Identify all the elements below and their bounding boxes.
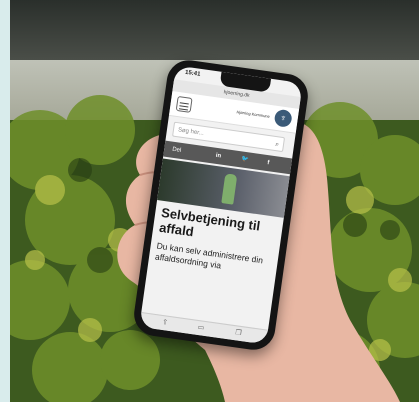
tabs-icon[interactable]: ❐ <box>235 328 242 337</box>
person-figure <box>221 173 238 205</box>
municipality-logo-icon[interactable]: ♆ <box>273 108 293 128</box>
bookmarks-icon[interactable]: ▭ <box>197 323 205 332</box>
search-placeholder: Søg her... <box>177 127 205 137</box>
phone-screen: 15:41 hjoerring.dk Hjørring Kommune ♆ Sø… <box>139 65 303 345</box>
org-name: Hjørring Kommune <box>236 109 271 119</box>
share-label: Del <box>171 146 182 154</box>
linkedin-icon[interactable]: in <box>215 148 223 165</box>
share-icon[interactable]: ⇧ <box>162 318 169 327</box>
search-icon[interactable]: ⌕ <box>274 137 280 152</box>
status-time: 15:41 <box>184 69 201 78</box>
photo: 15:41 hjoerring.dk Hjørring Kommune ♆ Sø… <box>0 0 419 402</box>
left-border-strip <box>0 0 10 402</box>
hamburger-menu-icon[interactable] <box>175 95 193 113</box>
twitter-icon[interactable]: 🐦 <box>240 151 250 168</box>
facebook-icon[interactable]: f <box>266 155 270 171</box>
